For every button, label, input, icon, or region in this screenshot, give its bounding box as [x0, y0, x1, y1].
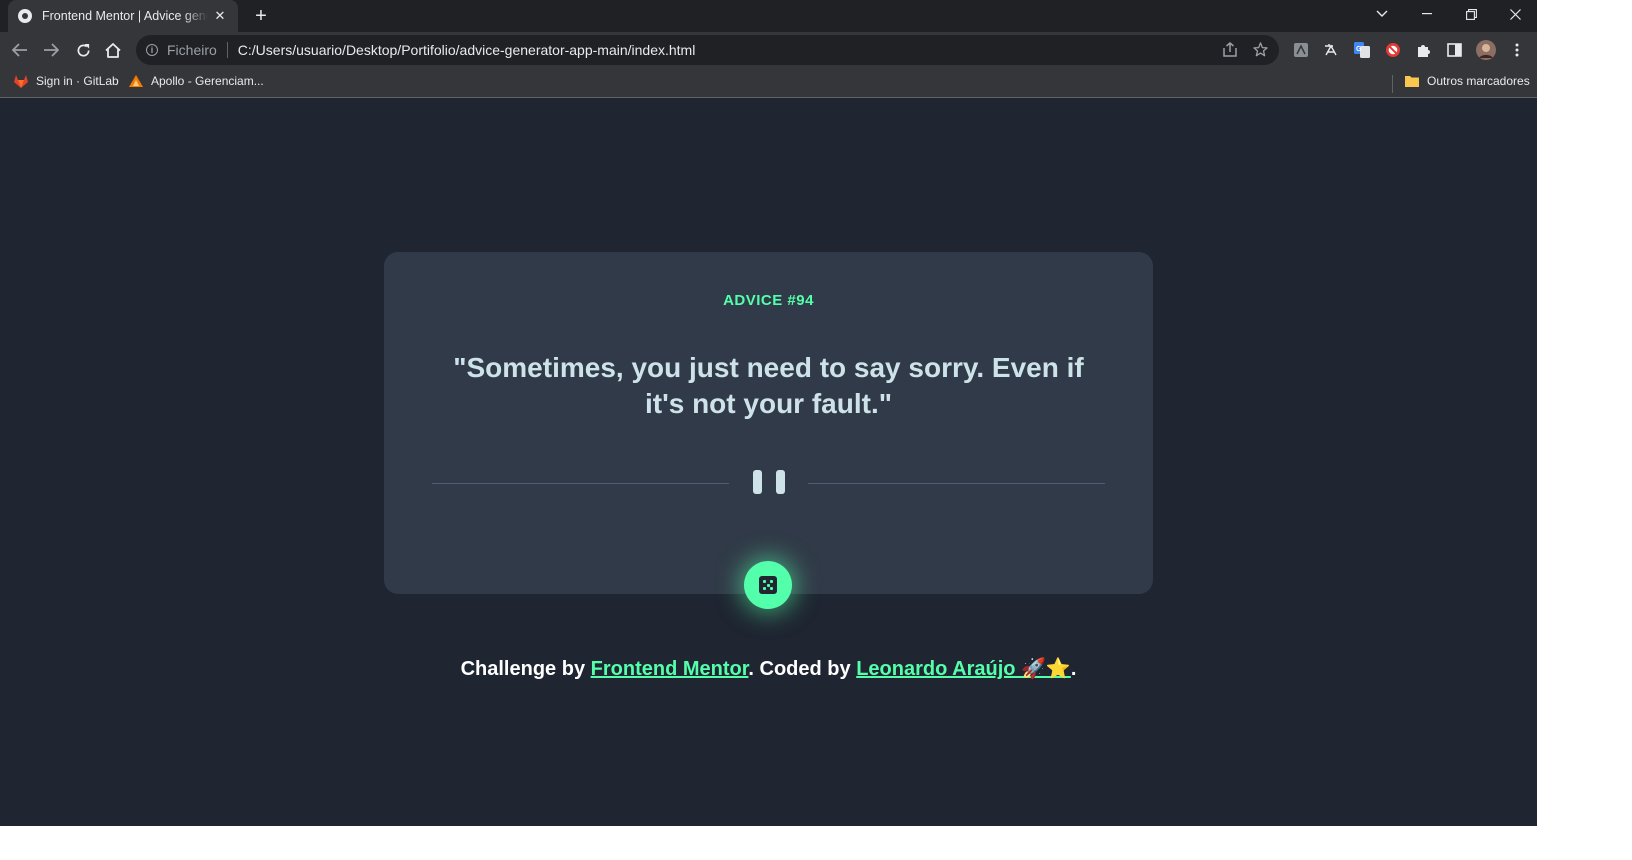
forward-button[interactable] [37, 36, 65, 64]
address-bar[interactable]: i Ficheiro C:/Users/usuario/Desktop/Port… [136, 35, 1279, 65]
bookmark-label: Sign in · GitLab [36, 74, 119, 88]
extensions-puzzle-icon[interactable] [1416, 42, 1432, 58]
bookmarks-bar: Sign in · GitLab Apollo - Gerenciam... O… [0, 68, 1537, 98]
browser-toolbar: i Ficheiro C:/Users/usuario/Desktop/Port… [0, 32, 1537, 68]
bookmark-apollo[interactable]: Apollo - Gerenciam... [128, 74, 264, 88]
tab-strip: Frontend Mentor | Advice generator app ✕… [0, 0, 1537, 32]
divider-pause-icon [753, 470, 762, 494]
divider-line-left [432, 483, 729, 484]
attribution-prefix: Challenge by [460, 658, 586, 680]
browser-menu-icon[interactable] [1509, 42, 1525, 58]
apollo-icon [129, 75, 143, 87]
close-icon [1509, 8, 1521, 20]
folder-icon [1405, 76, 1419, 87]
attribution: Challenge by Frontend Mentor. Coded by L… [0, 656, 1537, 681]
other-bookmarks-label: Outros marcadores [1427, 74, 1530, 88]
pdf-extension-icon[interactable] [1293, 42, 1309, 58]
profile-avatar[interactable] [1476, 40, 1496, 60]
address-url[interactable]: C:/Users/usuario/Desktop/Portifolio/advi… [238, 42, 696, 58]
restore-icon [1465, 8, 1477, 20]
close-window-button[interactable] [1493, 0, 1537, 28]
info-icon[interactable]: i [146, 44, 158, 56]
divider-pause-icon [776, 470, 785, 494]
bookmark-gitlab[interactable]: Sign in · GitLab [13, 74, 119, 88]
minimize-icon [1422, 13, 1432, 15]
advice-id: ADVICE #94 [723, 292, 814, 309]
other-bookmarks-folder[interactable]: Outros marcadores [1404, 74, 1530, 88]
chevron-down-icon [1376, 10, 1388, 17]
tab-active[interactable]: Frontend Mentor | Advice generator app ✕ [8, 0, 238, 32]
attribution-coded-by: . Coded by [748, 658, 851, 680]
reload-icon [77, 43, 90, 56]
bookmarks-separator [1392, 75, 1393, 93]
side-panel-icon[interactable] [1446, 42, 1462, 58]
advice-card: ADVICE #94 "Sometimes, you just need to … [384, 252, 1153, 609]
gitlab-icon [14, 75, 28, 88]
tab-search-button[interactable] [1360, 0, 1404, 28]
home-button[interactable] [99, 36, 127, 64]
google-translate-icon[interactable]: G [1354, 42, 1370, 58]
new-tab-button[interactable]: + [250, 4, 272, 28]
svg-text:G: G [1356, 46, 1362, 53]
back-button[interactable] [6, 36, 34, 64]
address-scheme: Ficheiro [167, 42, 217, 58]
arrow-left-icon [12, 43, 27, 57]
browser-window: Frontend Mentor | Advice generator app ✕… [0, 0, 1537, 826]
frontend-mentor-link[interactable]: Frontend Mentor [591, 658, 749, 680]
translate-extension-icon[interactable] [1323, 42, 1339, 58]
favicon-icon [18, 9, 32, 23]
tab-title: Frontend Mentor | Advice generator app [42, 9, 208, 23]
page-content: ADVICE #94 "Sometimes, you just need to … [0, 98, 1537, 826]
advice-quote: "Sometimes, you just need to say sorry. … [453, 352, 1084, 419]
dice-icon [759, 576, 777, 594]
tab-close-icon[interactable]: ✕ [212, 8, 228, 24]
share-icon[interactable] [1222, 42, 1238, 61]
divider-line-right [808, 483, 1105, 484]
bookmark-star-icon[interactable] [1253, 42, 1268, 61]
generate-advice-button[interactable] [744, 561, 792, 609]
arrow-right-icon [44, 43, 59, 57]
restore-button[interactable] [1449, 0, 1493, 28]
adblock-extension-icon[interactable] [1385, 42, 1401, 58]
bookmark-label: Apollo - Gerenciam... [151, 74, 264, 88]
author-link[interactable]: Leonardo Araújo 🚀⭐ [856, 658, 1071, 680]
home-icon [105, 42, 121, 58]
reload-button[interactable] [69, 36, 97, 64]
attribution-suffix: . [1070, 658, 1077, 680]
minimize-button[interactable] [1405, 0, 1449, 28]
address-separator [226, 42, 228, 58]
